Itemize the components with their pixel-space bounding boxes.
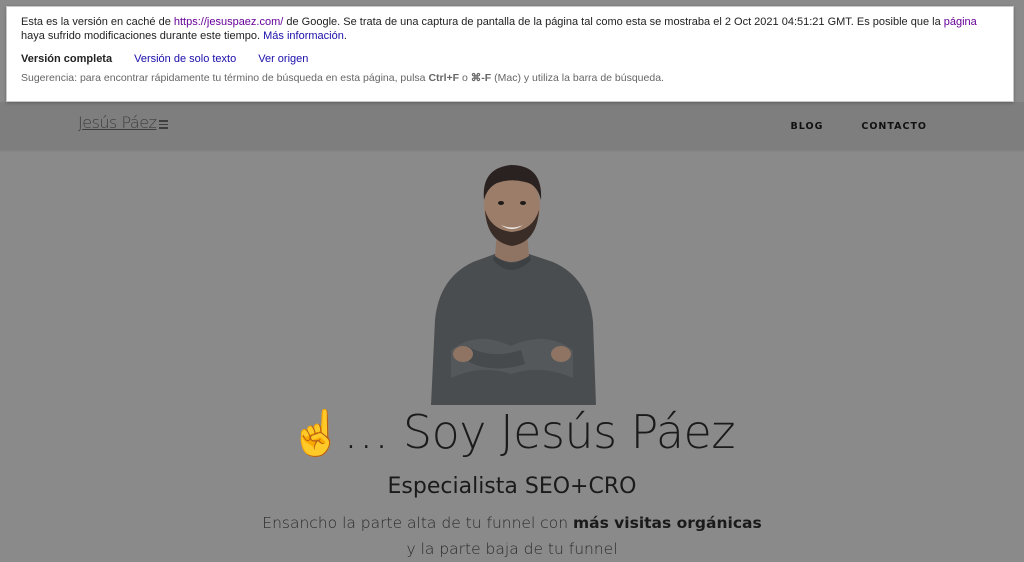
- main-nav: BLOG CONTACTO: [791, 121, 927, 132]
- portrait-illustration: [431, 165, 596, 405]
- hero-description: Ensancho la parte alta de tu funnel con …: [262, 510, 762, 562]
- hint-text: (Mac) y utiliza la barra de búsqueda.: [491, 72, 664, 84]
- more-info-link[interactable]: Más información: [263, 30, 344, 42]
- cached-url-link[interactable]: https://jesuspaez.com/: [174, 16, 283, 28]
- hero-title: ☝️… Soy Jesús Páez: [0, 402, 1024, 464]
- search-hint: Sugerencia: para encontrar rápidamente t…: [21, 71, 999, 85]
- menu-icon: [159, 120, 169, 129]
- logo-text: Jesús Páez: [78, 113, 157, 132]
- full-version-label: Versión completa: [21, 53, 113, 65]
- hero-description-text: Ensancho la parte alta de tu funnel con: [262, 514, 573, 532]
- site-logo[interactable]: Jesús Páez: [78, 113, 169, 132]
- view-source-link[interactable]: Ver origen: [258, 52, 308, 66]
- hero-description-highlight: más visitas orgánicas: [572, 514, 762, 532]
- nav-blog-link[interactable]: BLOG: [791, 121, 824, 132]
- site-header: Jesús Páez BLOG CONTACTO: [0, 102, 1024, 150]
- hero-subtitle: Especialista SEO+CRO: [387, 474, 637, 499]
- hero-description-text: y la parte baja de tu funnel: [406, 540, 618, 558]
- portrait-image: [421, 150, 603, 405]
- hint-text: o: [459, 72, 471, 84]
- pointing-up-icon: ☝️: [289, 408, 344, 459]
- hint-shortcut: ⌘-F: [470, 72, 492, 84]
- hint-text: Sugerencia: para encontrar rápidamente t…: [21, 72, 429, 84]
- cache-version-links: Versión completa Versión de solo texto V…: [21, 52, 999, 66]
- cache-banner: Esta es la versión en caché de https://j…: [6, 6, 1014, 102]
- cache-notice-text: de Google. Se trata de una captura de pa…: [283, 16, 944, 28]
- hero-title-text: … Soy Jesús Páez: [343, 405, 735, 459]
- cache-notice-text: Esta es la versión en caché de: [21, 16, 174, 28]
- nav-contact-link[interactable]: CONTACTO: [861, 121, 927, 132]
- text-only-version-link[interactable]: Versión de solo texto: [134, 52, 236, 66]
- hint-shortcut: Ctrl+F: [428, 72, 460, 84]
- cache-notice-text: .: [343, 30, 347, 42]
- cache-notice: Esta es la versión en caché de https://j…: [21, 15, 999, 43]
- cache-notice-text: haya sufrido modificaciones durante este…: [21, 30, 264, 42]
- page-link[interactable]: página: [944, 16, 977, 28]
